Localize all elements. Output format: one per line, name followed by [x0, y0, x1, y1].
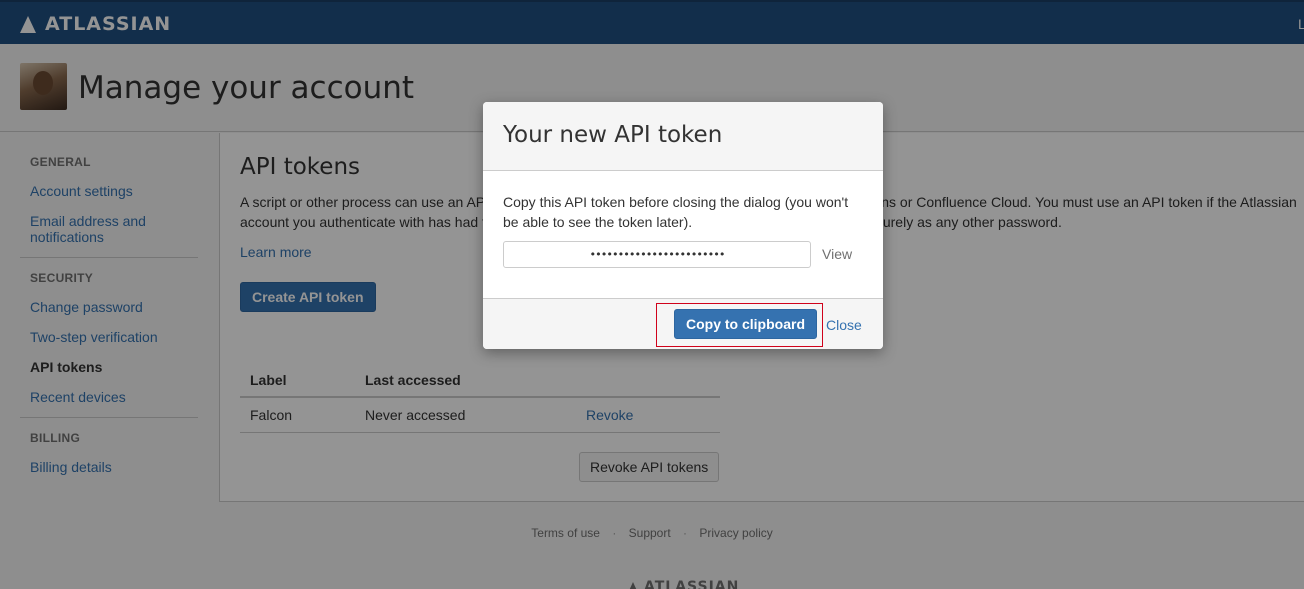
dialog-header: Your new API token: [483, 102, 883, 171]
api-token-field[interactable]: [503, 241, 811, 268]
view-token-link[interactable]: View: [822, 246, 852, 262]
dialog-body: Copy this API token before closing the d…: [483, 171, 883, 298]
dialog-title: Your new API token: [503, 122, 723, 148]
close-dialog-link[interactable]: Close: [826, 317, 862, 333]
dialog-message: Copy this API token before closing the d…: [503, 194, 849, 230]
copy-to-clipboard-button[interactable]: Copy to clipboard: [674, 309, 817, 339]
api-token-dialog: Your new API token Copy this API token b…: [483, 102, 883, 349]
dialog-footer: Copy to clipboard Close: [483, 298, 883, 349]
